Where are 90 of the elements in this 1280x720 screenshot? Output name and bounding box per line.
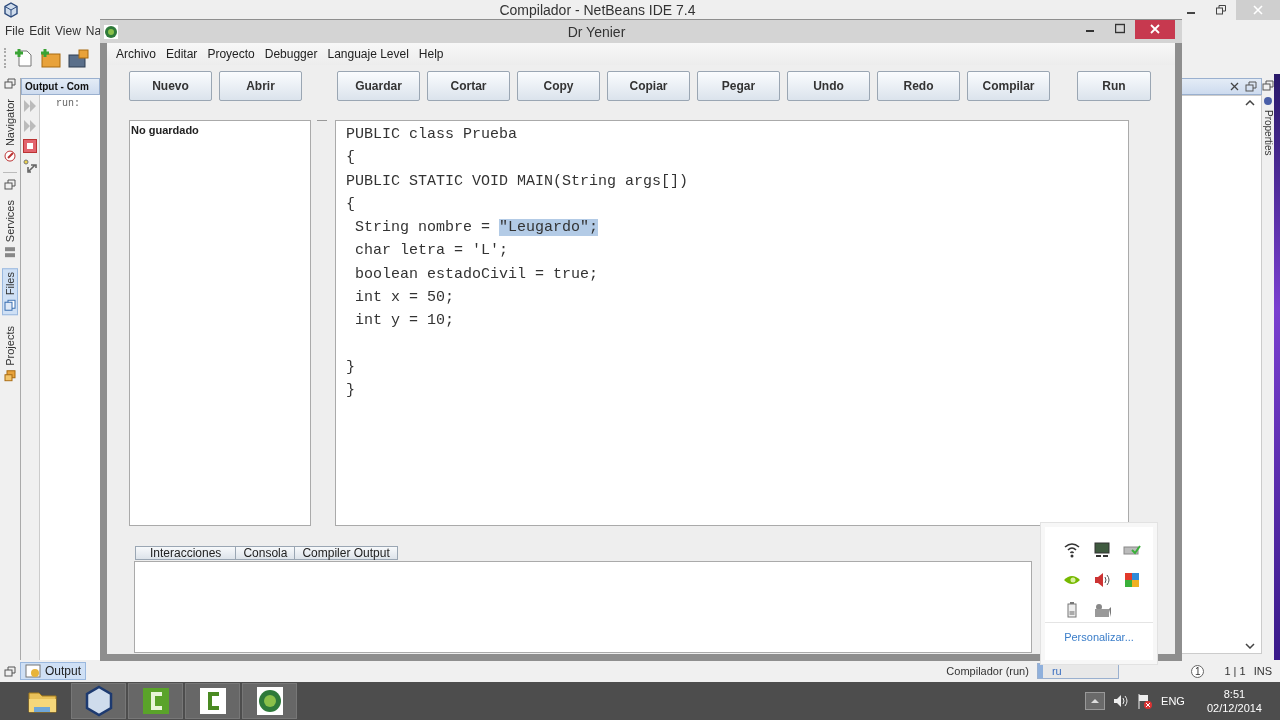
speaker-icon[interactable] [1113,694,1130,708]
clock-date[interactable]: 02/12/2014 [1206,701,1262,715]
side-tab[interactable]: Properties [1261,95,1275,157]
code-text: { [346,149,355,167]
output-icon [25,664,41,678]
toolbar-button[interactable]: Nuevo [129,71,212,101]
language-indicator[interactable]: ENG [1161,695,1185,707]
code-text: } [346,358,355,376]
menu-item[interactable]: Na [82,24,104,38]
output-text: run: [55,97,80,111]
menu-item[interactable]: Debugger [259,47,323,61]
toolbar-button[interactable]: Cortar [427,71,510,101]
toolbar-button[interactable]: Run [1077,71,1151,101]
code-text: } [346,382,355,400]
side-tab[interactable]: Projects [2,321,18,386]
toolbar-button[interactable]: Redo [877,71,960,101]
panel-tab[interactable]: Consola [236,546,296,560]
flag-icon[interactable] [1137,693,1154,709]
toolbar-button[interactable]: Pegar [697,71,780,101]
speaker-icon[interactable] [1093,571,1111,589]
clock-time[interactable]: 8:51 [1223,687,1246,701]
folders-icon [4,369,16,382]
code-text: boolean estadoCivil = true; [354,265,599,283]
customize-link[interactable]: Personalizar... [1045,623,1153,643]
code-text: char letra = 'L'; [354,242,509,260]
taskbar-button[interactable] [185,683,240,719]
wifi-icon[interactable] [1063,541,1081,559]
restore-icon[interactable] [1216,5,1226,15]
notification-badge[interactable]: 1 [1190,664,1205,678]
side-tab[interactable]: Files [2,268,18,316]
code-text: int y = 10; [354,312,455,330]
open-project-icon[interactable] [68,48,90,68]
insert-mode: INS [1253,665,1273,677]
side-tab[interactable]: Services [2,196,18,263]
side-tab[interactable]: Navigator [2,95,18,167]
compass-icon [4,150,16,163]
taskbar-button[interactable] [128,683,183,719]
toolbar-button[interactable]: Guardar [337,71,420,101]
panel-tab[interactable]: Compiler Output [295,546,398,560]
restore-icon[interactable] [4,665,16,677]
toolbar-button[interactable]: Abrir [219,71,302,101]
menu-item[interactable]: File [2,24,27,38]
panel-tab[interactable]: Interacciones [135,546,237,560]
new-project-icon[interactable] [40,48,62,68]
stop-icon[interactable] [23,139,37,153]
menu-item[interactable]: Help [413,47,449,61]
code-editor[interactable]: PUBLIC class Prueba { PUBLIC STATIC VOID MAIN(String args[]) { String nombre = "Leugardo"; char letra = 'L'; boolean estadoCivil = true; int x = 50; int y = 10; } } [335,120,1129,526]
code-text: PUBLIC STATIC VOID MAIN(String args[]) [346,172,689,190]
tiles-icon[interactable] [1123,571,1141,589]
close-icon[interactable] [1230,82,1239,91]
server-icon [4,246,16,259]
restore-icon[interactable] [4,179,16,191]
restore-icon[interactable] [4,78,16,89]
new-file-icon[interactable] [14,48,34,68]
task-label: Compilador (run) [946,665,1029,677]
output-tab[interactable]: Output [20,662,87,680]
menu-item[interactable]: Editar [161,47,203,61]
monitor-icon[interactable] [1093,541,1111,559]
panel-tab[interactable]: Output - Com [21,78,100,95]
scroll-down-icon[interactable] [1245,643,1255,649]
menu-item[interactable]: Archivo [111,47,161,61]
properties-icon [1263,96,1273,106]
menu-item[interactable]: Proyecto [202,47,260,61]
toolbar-button[interactable]: Copy [517,71,600,101]
menu-item[interactable]: View [52,24,83,38]
restore-icon[interactable] [1245,81,1257,92]
progress-text: ru [1050,665,1062,677]
toolbar-button[interactable]: Copiar [607,71,690,101]
taskbar-button[interactable] [242,683,297,719]
close-button[interactable] [1135,20,1175,39]
caret-position: 1 | 1 [1224,665,1246,677]
menu-item[interactable]: Edit [26,24,53,38]
file-status: No guardado [129,120,311,526]
code-text: { [346,195,355,213]
emblem-icon [104,24,118,39]
scroll-up-icon[interactable] [1245,100,1255,106]
code-text: String nombre = [354,219,492,237]
restore-icon[interactable] [1262,80,1274,91]
code-text: PUBLIC class Prueba [346,126,518,143]
toolbar-button[interactable]: Compilar [967,71,1050,101]
code-text: "Leugardo"; [499,219,599,237]
camera-icon[interactable] [1093,601,1111,619]
chevron-up-icon[interactable] [1085,692,1106,710]
menu-item[interactable]: Languaje Level [322,47,414,61]
taskbar-button[interactable] [71,683,126,719]
files-icon [4,299,16,312]
window-title: Compilador - NetBeans IDE 7.4 [498,2,697,18]
toolbar-button[interactable]: Undo [787,71,870,101]
code-text: int x = 50; [354,289,455,307]
window-title: Dr Yenier [566,23,627,40]
